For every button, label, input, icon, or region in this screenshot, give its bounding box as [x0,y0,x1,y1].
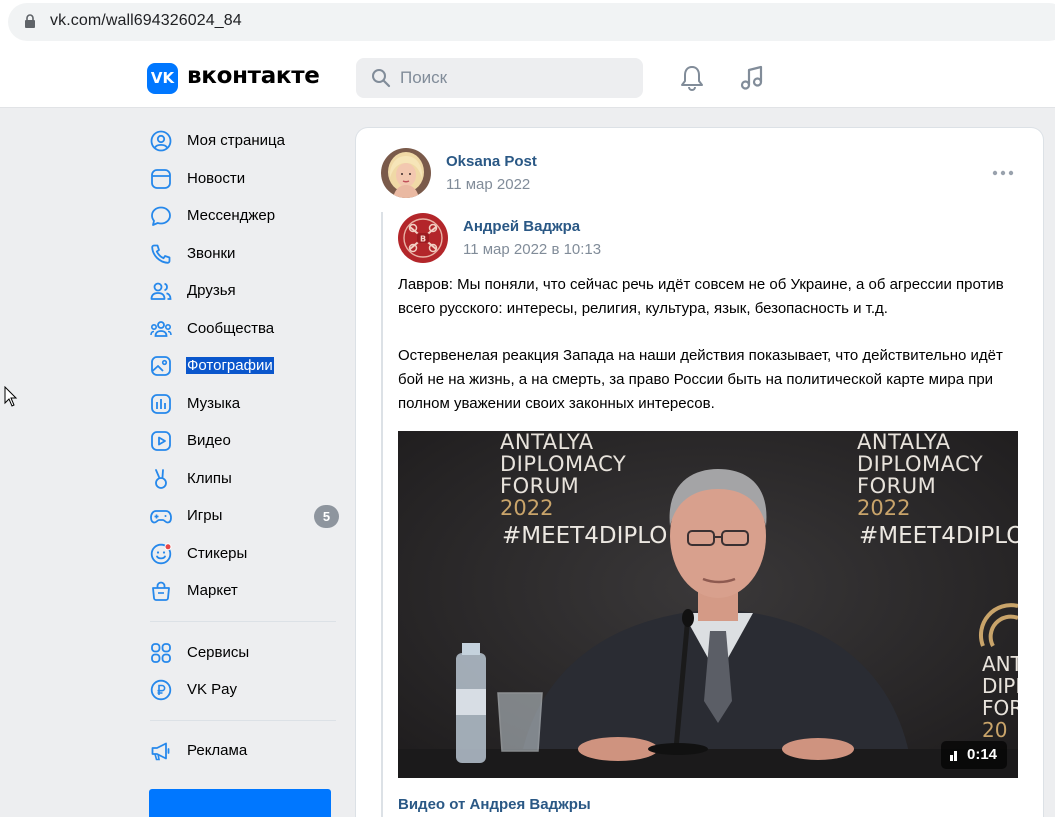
emblem-avatar-icon: В [398,213,448,263]
photo-icon [151,356,171,376]
sidebar-item-vkpay[interactable]: VK Pay [140,671,340,707]
bell-icon[interactable] [679,64,705,92]
more-options-icon[interactable] [991,168,1015,178]
sidebar-item-label: Маркет [187,582,238,599]
lock-icon [25,14,35,28]
sidebar-item-label: Клипы [187,470,232,487]
banner-left-line-3: FORUM [500,474,579,498]
sidebar-item-ads[interactable]: Реклама [140,732,340,768]
sidebar-item-news[interactable]: Новости [140,160,340,196]
vk-logo-icon[interactable]: VK [147,63,178,94]
sidebar-item-label: Моя страница [187,132,285,149]
sidebar-divider [150,720,336,721]
mouse-cursor-icon [4,386,18,407]
sidebar-item-clips[interactable]: Клипы [140,460,340,496]
sidebar-item-label: Сообщества [187,320,275,337]
sidebar-item-label: Фотографии [186,357,274,374]
communities-icon [150,321,172,337]
sidebar-item-label: Друзья [187,282,236,299]
music-wave-icon [151,394,171,414]
repost-date[interactable]: 11 мар 2022 в 10:13 [463,241,601,258]
sidebar-item-label: Мессенджер [187,207,276,224]
banner-partial-line-4: 20 [982,718,1007,742]
sidebar-item-stickers[interactable]: Стикеры [140,535,340,571]
sidebar-item-services[interactable]: Сервисы [140,634,340,670]
woman-portrait-icon [381,148,431,198]
sidebar-item-label: Музыка [187,395,241,412]
news-icon [151,169,171,189]
video-icon [151,431,171,451]
sidebar-item-friends[interactable]: Друзья [140,272,340,308]
banner-partial-line-1: ANT [982,652,1018,676]
sidebar-item-label: Игры [187,507,223,524]
browser-address-bar: vk.com/wall694326024_84 [0,0,1055,46]
banner-left-hashtag: #MEET4DIPLO [502,523,667,549]
gamepad-icon [150,510,172,524]
sidebar-item-photos[interactable]: Фотографии [140,347,340,383]
sidebar-item-label: Стикеры [187,545,248,562]
message-icon [151,206,171,226]
sticker-icon [150,543,172,565]
clips-icon [155,469,167,489]
repost-author-link[interactable]: Андрей Ваджра [463,218,580,235]
repost-author-avatar[interactable]: В [398,213,448,263]
sidebar-item-messenger[interactable]: Мессенджер [140,197,340,233]
sidebar-item-label: VK Pay [187,681,238,698]
market-icon [152,581,170,601]
post-paragraph-2: Остервенелая реакция Запада на наши дейс… [398,347,1003,412]
megaphone-icon [151,742,170,761]
sidebar-item-video[interactable]: Видео [140,422,340,458]
repost-border [381,212,383,817]
video-duration-text: 0:14 [967,746,998,763]
music-icon[interactable] [738,64,766,92]
banner-left-year: 2022 [500,496,553,520]
search-icon [372,69,391,88]
video-caption-link[interactable]: Видео от Андрея Ваджры [398,796,591,813]
banner-partial-line-2: DIPLO [982,674,1018,698]
video-duration-badge: 0:14 [941,741,1007,769]
banner-right-year: 2022 [857,496,910,520]
sidebar-item-my-page[interactable]: Моя страница [140,122,340,158]
avatar-letter: В [420,235,426,244]
author-avatar[interactable] [381,148,431,198]
vk-header: VK вконтакте [0,46,1055,108]
sidebar-item-label: Видео [187,432,231,449]
sidebar-item-label: Сервисы [187,644,250,661]
sidebar-item-label: Реклама [187,742,248,759]
phone-icon [151,244,171,264]
banner-partial-line-3: FOR [982,696,1018,720]
games-badge: 5 [314,505,339,528]
banner-right-line-2: DIPLOMACY [857,452,983,476]
url-text[interactable]: vk.com/wall694326024_84 [50,12,242,30]
services-icon [151,643,171,663]
sidebar-item-label: Новости [187,170,246,187]
vkpay-icon [150,679,172,701]
video-frame-image: ANTALYA DIPLOMACY FORUM 2022 #MEET4DIPLO… [398,431,1018,778]
sidebar-item-calls[interactable]: Звонки [140,235,340,271]
banner-left-line-2: DIPLOMACY [500,452,626,476]
user-circle-icon [150,130,172,152]
sidebar-item-music[interactable]: Музыка [140,385,340,421]
post-paragraph-1: Лавров: Мы поняли, что сейчас речь идёт … [398,276,1004,317]
sidebar-item-market[interactable]: Маркет [140,572,340,608]
sidebar-item-label: Звонки [187,245,236,262]
banner-left-line-1: ANTALYA [500,431,594,454]
banner-right-line-1: ANTALYA [857,431,951,454]
sidebar-item-communities[interactable]: Сообщества [140,310,340,346]
video-bars-icon [950,751,957,761]
logo-text[interactable]: вконтакте [187,63,320,89]
search-input[interactable] [400,67,630,89]
friends-icon [150,282,172,300]
banner-right-line-3: FORUM [857,474,936,498]
post-author-link[interactable]: Oksana Post [446,153,537,170]
banner-right-hashtag: #MEET4DIPLO [859,523,1018,549]
sidebar-item-games[interactable]: Игры 5 [140,497,340,533]
video-thumbnail[interactable]: ANTALYA DIPLOMACY FORUM 2022 #MEET4DIPLO… [398,431,1018,778]
sidebar-divider [150,621,336,622]
sidebar-action-button[interactable] [149,789,331,817]
post-date[interactable]: 11 мар 2022 [446,176,530,193]
